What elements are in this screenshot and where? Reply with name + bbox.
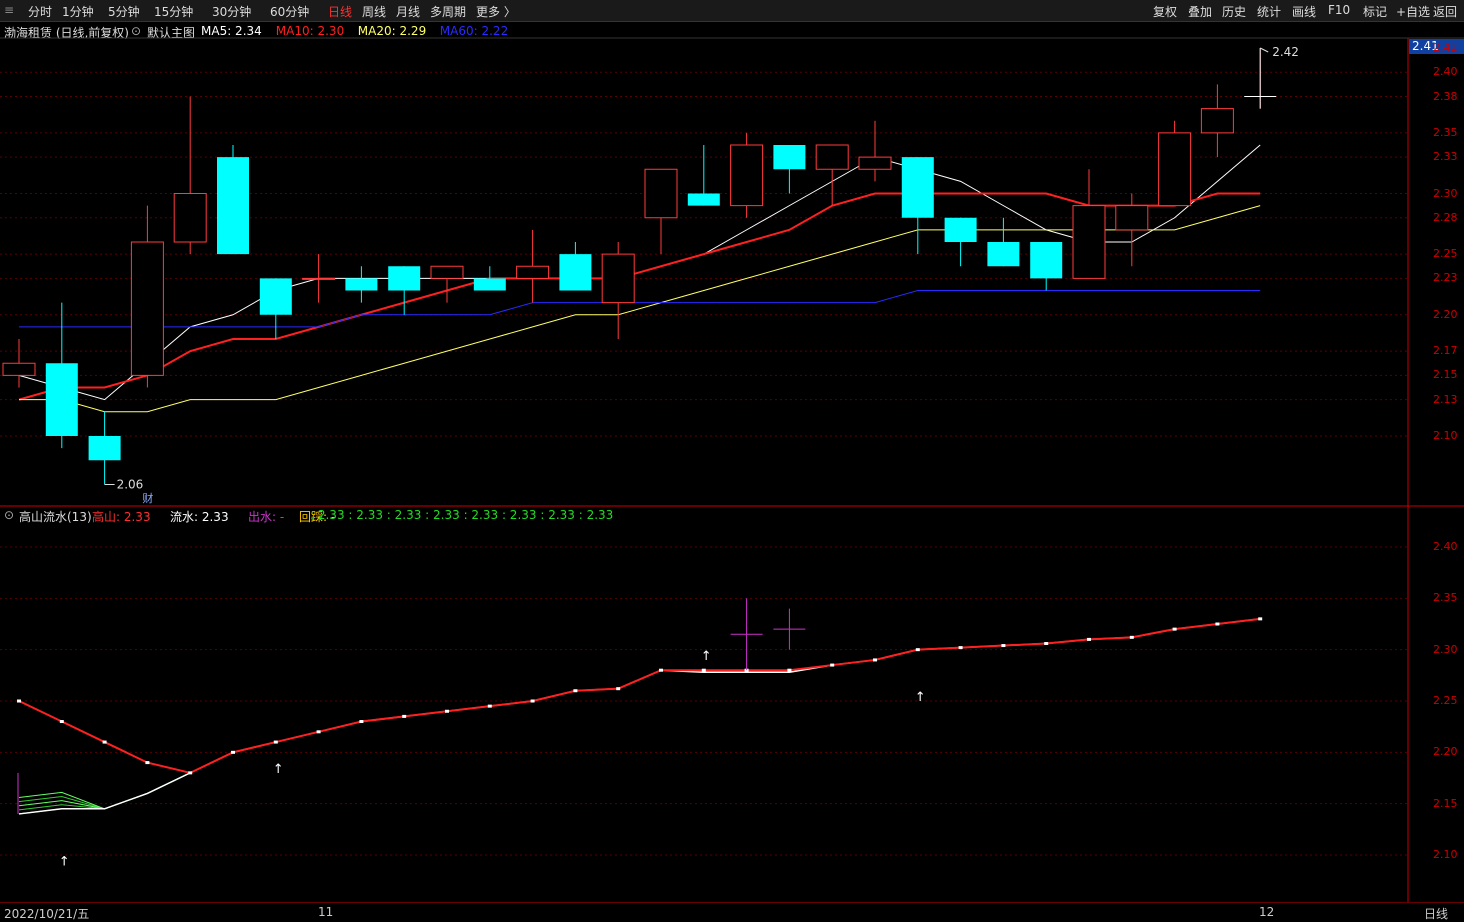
gaoshan-point [830,663,835,667]
gaoshan-point [145,761,150,765]
candle-body [815,144,849,170]
gaoshan-point [1215,622,1220,626]
candle-body [987,242,1020,267]
low-price-label: 2.06 [117,478,144,492]
candle-body [901,157,934,218]
candle-body [259,278,292,315]
gaoshan-point [487,704,492,708]
candle-body [173,193,207,243]
candle-body [217,157,249,255]
candle-body [388,266,421,291]
candle-body [1072,205,1106,279]
signal-arrow: ↑ [915,690,926,705]
gaoshan-point [1087,637,1091,641]
gaoshan-point [59,720,64,724]
gaoshan-point [445,709,449,713]
gaoshan-point [530,699,535,703]
gaoshan-point [102,740,107,744]
gaoshan-point [1044,642,1049,646]
gaoshan-point [915,648,920,652]
candle-body [2,362,36,376]
candle-body [601,253,635,304]
gaoshan-point [659,668,663,672]
signal-arrow: ↑ [701,649,712,664]
gaoshan-point [1129,635,1134,639]
candle-body [773,145,806,170]
liushui-line [18,772,191,810]
gaoshan-point [1172,627,1177,631]
liushui-line [18,772,191,815]
high-pointer [1259,47,1269,53]
chart-canvas[interactable]: 2.42 2.06财 ↑ ↑ ↑ ↑ [0,0,1464,920]
high-price-label: 2.42 [1272,45,1299,59]
candle-body [858,156,892,170]
candle-body [559,254,592,291]
gaoshan-point [573,689,578,693]
gaoshan-point [1001,644,1006,648]
candle-body [345,278,378,291]
candle-body [1158,132,1192,207]
finance-marker: 财 [142,491,153,505]
signal-arrow: ↑ [273,762,284,777]
gaoshan-point [1258,617,1263,621]
gaoshan-point [958,646,963,650]
candle-body [644,168,678,219]
liushui-line [18,772,191,810]
candle-body [430,265,464,279]
liushui-line [18,618,1261,815]
candle-body [730,144,764,207]
candle-body [1030,242,1063,279]
gaoshan-point [873,658,877,662]
candle-body [1115,205,1149,231]
gaoshan-point [273,740,278,744]
gaoshan-point [231,750,235,754]
candle-body [88,436,121,461]
gaoshan-point [402,714,407,718]
gaoshan-point [616,687,621,691]
liushui-line [18,772,191,810]
gaoshan-point [188,771,193,775]
gaoshan-point [787,668,792,672]
gaoshan-line [18,617,1261,774]
candle-body [130,241,164,376]
candle-body [516,265,550,279]
candle-body [473,278,506,291]
gaoshan-point [17,699,21,703]
candle-body [45,363,78,436]
liushui-line [18,772,191,811]
candle-body [944,217,977,242]
gaoshan-point [316,730,321,734]
candle-body [1200,108,1234,134]
signal-arrow: ↑ [59,854,70,869]
gaoshan-point [359,720,364,724]
gaoshan-point [701,668,706,672]
candle-body [687,193,720,206]
candle-body [302,277,336,280]
